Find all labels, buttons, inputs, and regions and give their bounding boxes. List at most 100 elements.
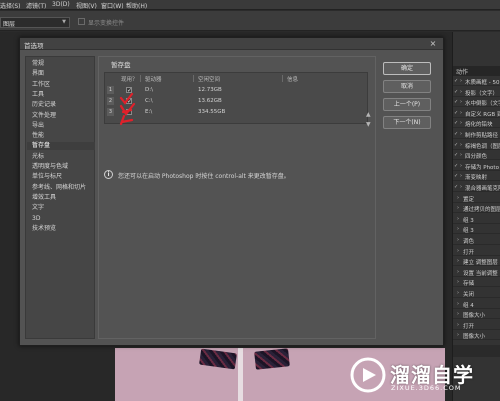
check-icon[interactable]: ✓ <box>454 110 458 116</box>
action-item[interactable]: ✓ › 木质画框 - 50 <box>453 77 500 86</box>
action-item[interactable]: › 建立 调整图层 <box>453 257 500 267</box>
check-icon[interactable]: ✓ <box>454 152 458 158</box>
category-item[interactable]: 性能 <box>32 132 94 140</box>
category-item[interactable]: 单位与标尺 <box>32 173 94 181</box>
expand-triangle-icon[interactable]: › <box>457 237 459 243</box>
cancel-button[interactable]: 取消 <box>383 80 431 93</box>
menu-view[interactable]: 视图(V) <box>76 1 97 10</box>
category-item[interactable]: 常规 <box>32 60 94 68</box>
action-item[interactable]: › 关闭 <box>453 289 500 298</box>
check-icon[interactable]: ✓ <box>454 120 458 126</box>
action-item[interactable]: ✓ › 投影（文字） <box>453 88 500 97</box>
active-checkbox[interactable]: ✓ <box>126 87 132 94</box>
category-item[interactable]: 文件处理 <box>32 112 94 120</box>
ok-button[interactable]: 确定 <box>383 62 431 75</box>
category-item[interactable]: 文字 <box>32 204 94 212</box>
category-item[interactable]: 3D <box>32 215 94 223</box>
move-up-arrow-icon[interactable]: ▲ <box>366 111 371 118</box>
expand-triangle-icon[interactable]: › <box>460 99 462 105</box>
action-item[interactable]: ✓ › 混合器画笔克隆 <box>453 183 500 192</box>
action-item[interactable]: › 打开 <box>453 321 500 330</box>
menu-help[interactable]: 帮助(H) <box>126 1 147 10</box>
action-item[interactable]: › 打开 <box>453 247 500 256</box>
check-icon[interactable]: ✓ <box>454 142 458 148</box>
check-icon[interactable]: ✓ <box>454 184 458 190</box>
expand-triangle-icon[interactable]: › <box>457 269 459 275</box>
expand-triangle-icon[interactable]: › <box>457 311 459 317</box>
action-item[interactable]: › 组 4 <box>453 300 500 309</box>
category-item[interactable]: 工作区 <box>32 81 94 89</box>
expand-triangle-icon[interactable]: › <box>460 184 462 190</box>
expand-triangle-icon[interactable]: › <box>460 120 462 126</box>
action-item[interactable]: ✓ › 棕褐色调（图层 <box>453 141 500 150</box>
menu-window[interactable]: 窗口(W) <box>101 1 124 10</box>
active-checkbox[interactable] <box>126 109 132 115</box>
category-item[interactable]: 透明度与色域 <box>32 163 94 171</box>
check-icon[interactable]: ✓ <box>454 78 458 84</box>
action-item[interactable]: › 通过拷贝的图层 <box>453 204 500 214</box>
expand-triangle-icon[interactable]: › <box>457 248 459 254</box>
expand-triangle-icon[interactable]: › <box>457 205 459 211</box>
action-item[interactable]: ✓ › 存储为 Photo <box>453 162 500 171</box>
action-item[interactable]: › 存储 <box>453 278 500 288</box>
action-item[interactable]: ✓ › 四分颜色 <box>453 151 500 161</box>
checkbox-box[interactable] <box>78 18 85 25</box>
expand-triangle-icon[interactable]: › <box>460 110 462 116</box>
check-icon[interactable]: ✓ <box>454 163 458 169</box>
action-item[interactable]: › 组 3 <box>453 215 500 224</box>
table-row[interactable]: 3 E:\ 334.55GB <box>105 107 367 117</box>
expand-triangle-icon[interactable]: › <box>460 142 462 148</box>
tab-actions[interactable]: 动作 <box>453 66 500 76</box>
category-item[interactable]: 光标 <box>32 153 94 161</box>
expand-triangle-icon[interactable]: › <box>457 258 459 264</box>
expand-triangle-icon[interactable]: › <box>460 89 462 95</box>
expand-triangle-icon[interactable]: › <box>457 226 459 232</box>
check-icon[interactable]: ✓ <box>454 131 458 137</box>
expand-triangle-icon[interactable]: › <box>457 195 459 201</box>
expand-triangle-icon[interactable]: › <box>460 131 462 137</box>
previous-button[interactable]: 上一个(P) <box>383 98 431 111</box>
category-item[interactable]: 参考线、网格和切片 <box>32 184 94 192</box>
expand-triangle-icon[interactable]: › <box>460 152 462 158</box>
action-item[interactable]: › 组 3 <box>453 225 500 235</box>
action-item[interactable]: › 图像大小 <box>453 310 500 320</box>
category-item[interactable]: 增效工具 <box>32 194 94 202</box>
action-item[interactable]: ✓ › 制作剪贴路径 <box>453 130 500 139</box>
action-item[interactable]: › 图像大小 <box>453 331 500 341</box>
action-item[interactable]: › 设置 当前调整 <box>453 268 500 277</box>
check-icon[interactable]: ✓ <box>454 89 458 95</box>
expand-triangle-icon[interactable]: › <box>457 216 459 222</box>
category-item[interactable]: 历史记录 <box>32 101 94 109</box>
action-item[interactable]: ✓ › 自定义 RGB 到 <box>453 109 500 118</box>
expand-triangle-icon[interactable]: › <box>460 163 462 169</box>
action-item[interactable]: ✓›水中倒影（文字） <box>453 98 500 108</box>
category-item[interactable]: 暂存盘 <box>27 142 95 151</box>
expand-triangle-icon[interactable]: › <box>457 290 459 296</box>
action-item[interactable]: ✓ › 渐变映射 <box>453 172 500 182</box>
expand-triangle-icon[interactable]: › <box>457 332 459 338</box>
next-button[interactable]: 下一个(N) <box>383 116 431 129</box>
active-checkbox[interactable]: ✓ <box>126 98 132 105</box>
action-item[interactable]: ✓ › 熔化的铅块 <box>453 119 500 129</box>
move-down-arrow-icon[interactable]: ▼ <box>366 121 371 128</box>
expand-triangle-icon[interactable]: › <box>460 173 462 179</box>
action-item[interactable]: › 调色 <box>453 236 500 245</box>
expand-triangle-icon[interactable]: › <box>457 322 459 328</box>
layer-select[interactable]: 图层 ▼ <box>0 17 70 28</box>
check-icon[interactable]: ✓ <box>454 99 458 105</box>
category-item[interactable]: 导出 <box>32 122 94 130</box>
category-item[interactable]: 界面 <box>32 70 94 78</box>
table-row[interactable]: 2 ✓ C:\ 13.62GB <box>105 96 367 106</box>
menu-3d[interactable]: 3D(D) <box>52 1 70 8</box>
close-icon[interactable]: × <box>426 39 440 48</box>
table-row[interactable]: 1 ✓ D:\ 12.73GB <box>105 85 367 95</box>
category-item[interactable]: 技术预览 <box>32 225 94 233</box>
expand-triangle-icon[interactable]: › <box>460 78 462 84</box>
action-item[interactable]: › 置定 <box>453 194 500 203</box>
expand-triangle-icon[interactable]: › <box>457 301 459 307</box>
menu-select[interactable]: 选择(S) <box>0 1 21 10</box>
menu-filter[interactable]: 滤镜(T) <box>26 1 46 10</box>
expand-triangle-icon[interactable]: › <box>457 279 459 285</box>
check-icon[interactable]: ✓ <box>454 173 458 179</box>
category-item[interactable]: 工具 <box>32 91 94 99</box>
